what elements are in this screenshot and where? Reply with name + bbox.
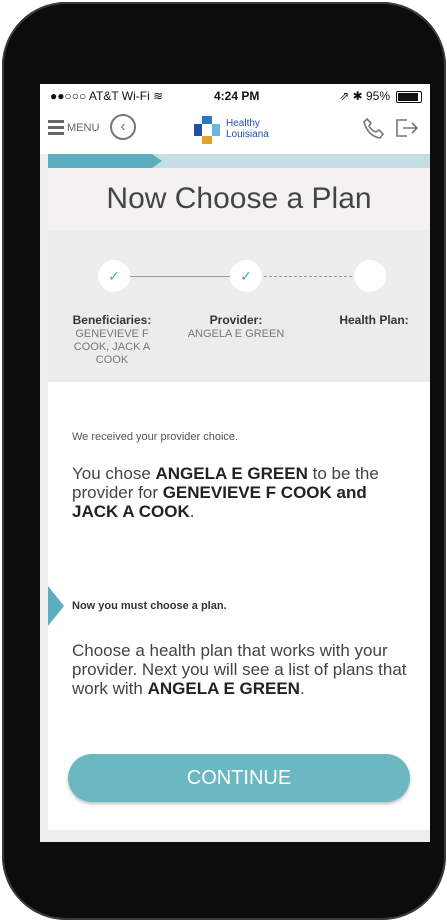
provider-name: ANGELA E GREEN — [155, 464, 308, 483]
step-beneficiaries-label: Beneficiaries: — [72, 313, 152, 327]
step-beneficiaries-value: GENEVIEVE F COOK, JACK A COOK — [73, 328, 151, 366]
logout-icon[interactable] — [394, 117, 420, 139]
healthy-louisiana-logo: Healthy Louisiana — [194, 114, 284, 146]
provider-choice-summary: You chose ANGELA E GREEN to be the provi… — [72, 464, 379, 521]
logo-line-1: Healthy — [226, 118, 260, 129]
logo-text: Healthy Louisiana — [226, 118, 269, 140]
check-icon: ✓ — [108, 268, 120, 284]
back-button[interactable]: ‹ — [110, 114, 136, 140]
step-connector-pending — [264, 276, 362, 277]
step-connector-complete — [128, 276, 244, 277]
battery-level: ⇗ ✱ 95% — [339, 89, 390, 103]
battery-icon — [396, 91, 422, 103]
continue-button[interactable]: CONTINUE — [68, 754, 410, 802]
app-header: MENU ‹ Healthy Louisiana — [40, 108, 430, 154]
step-health-plan-label: Health Plan: — [339, 313, 409, 327]
next-step-instructions: Choose a health plan that works with you… — [72, 641, 407, 698]
step-tracker: ✓ ✓ Beneficiaries: GENEVIEVE F COOK, JAC… — [48, 230, 430, 382]
check-icon: ✓ — [240, 268, 252, 284]
logo-line-2: Louisiana — [226, 129, 269, 140]
phone-icon[interactable] — [362, 117, 384, 139]
title-band: Now Choose a Plan — [48, 168, 430, 230]
phone-frame: ●●○○○ AT&T Wi-Fi ≋ 4:24 PM ⇗ ✱ 95% MENU … — [2, 2, 446, 920]
step-provider-value: ANGELA E GREEN — [187, 328, 285, 340]
wizard-progress-bar — [48, 154, 430, 168]
progress-arrow — [152, 154, 162, 168]
step-beneficiaries-marker: ✓ — [98, 260, 130, 292]
content-card: We received your provider choice. You ch… — [48, 382, 430, 830]
status-bar: ●●○○○ AT&T Wi-Fi ≋ 4:24 PM ⇗ ✱ 95% — [40, 84, 430, 108]
menu-label[interactable]: MENU — [67, 122, 99, 134]
app-screen: ●●○○○ AT&T Wi-Fi ≋ 4:24 PM ⇗ ✱ 95% MENU … — [40, 84, 430, 842]
confirmation-note: We received your provider choice. — [72, 431, 239, 443]
step-provider-label: Provider: — [209, 313, 263, 327]
section-pointer-icon — [48, 586, 64, 626]
chevron-left-icon: ‹ — [120, 118, 126, 135]
hamburger-menu-icon[interactable] — [48, 120, 64, 135]
clock: 4:24 PM — [214, 89, 260, 103]
carrier-signal: ●●○○○ AT&T Wi-Fi ≋ — [50, 89, 164, 103]
logo-cross-icon — [194, 116, 220, 144]
step-health-plan-marker — [354, 260, 386, 292]
provider-name: ANGELA E GREEN — [147, 679, 300, 698]
progress-fill — [48, 154, 152, 168]
next-step-heading: Now you must choose a plan. — [72, 600, 227, 612]
page-title: Now Choose a Plan — [106, 182, 372, 215]
step-provider-marker: ✓ — [230, 260, 262, 292]
